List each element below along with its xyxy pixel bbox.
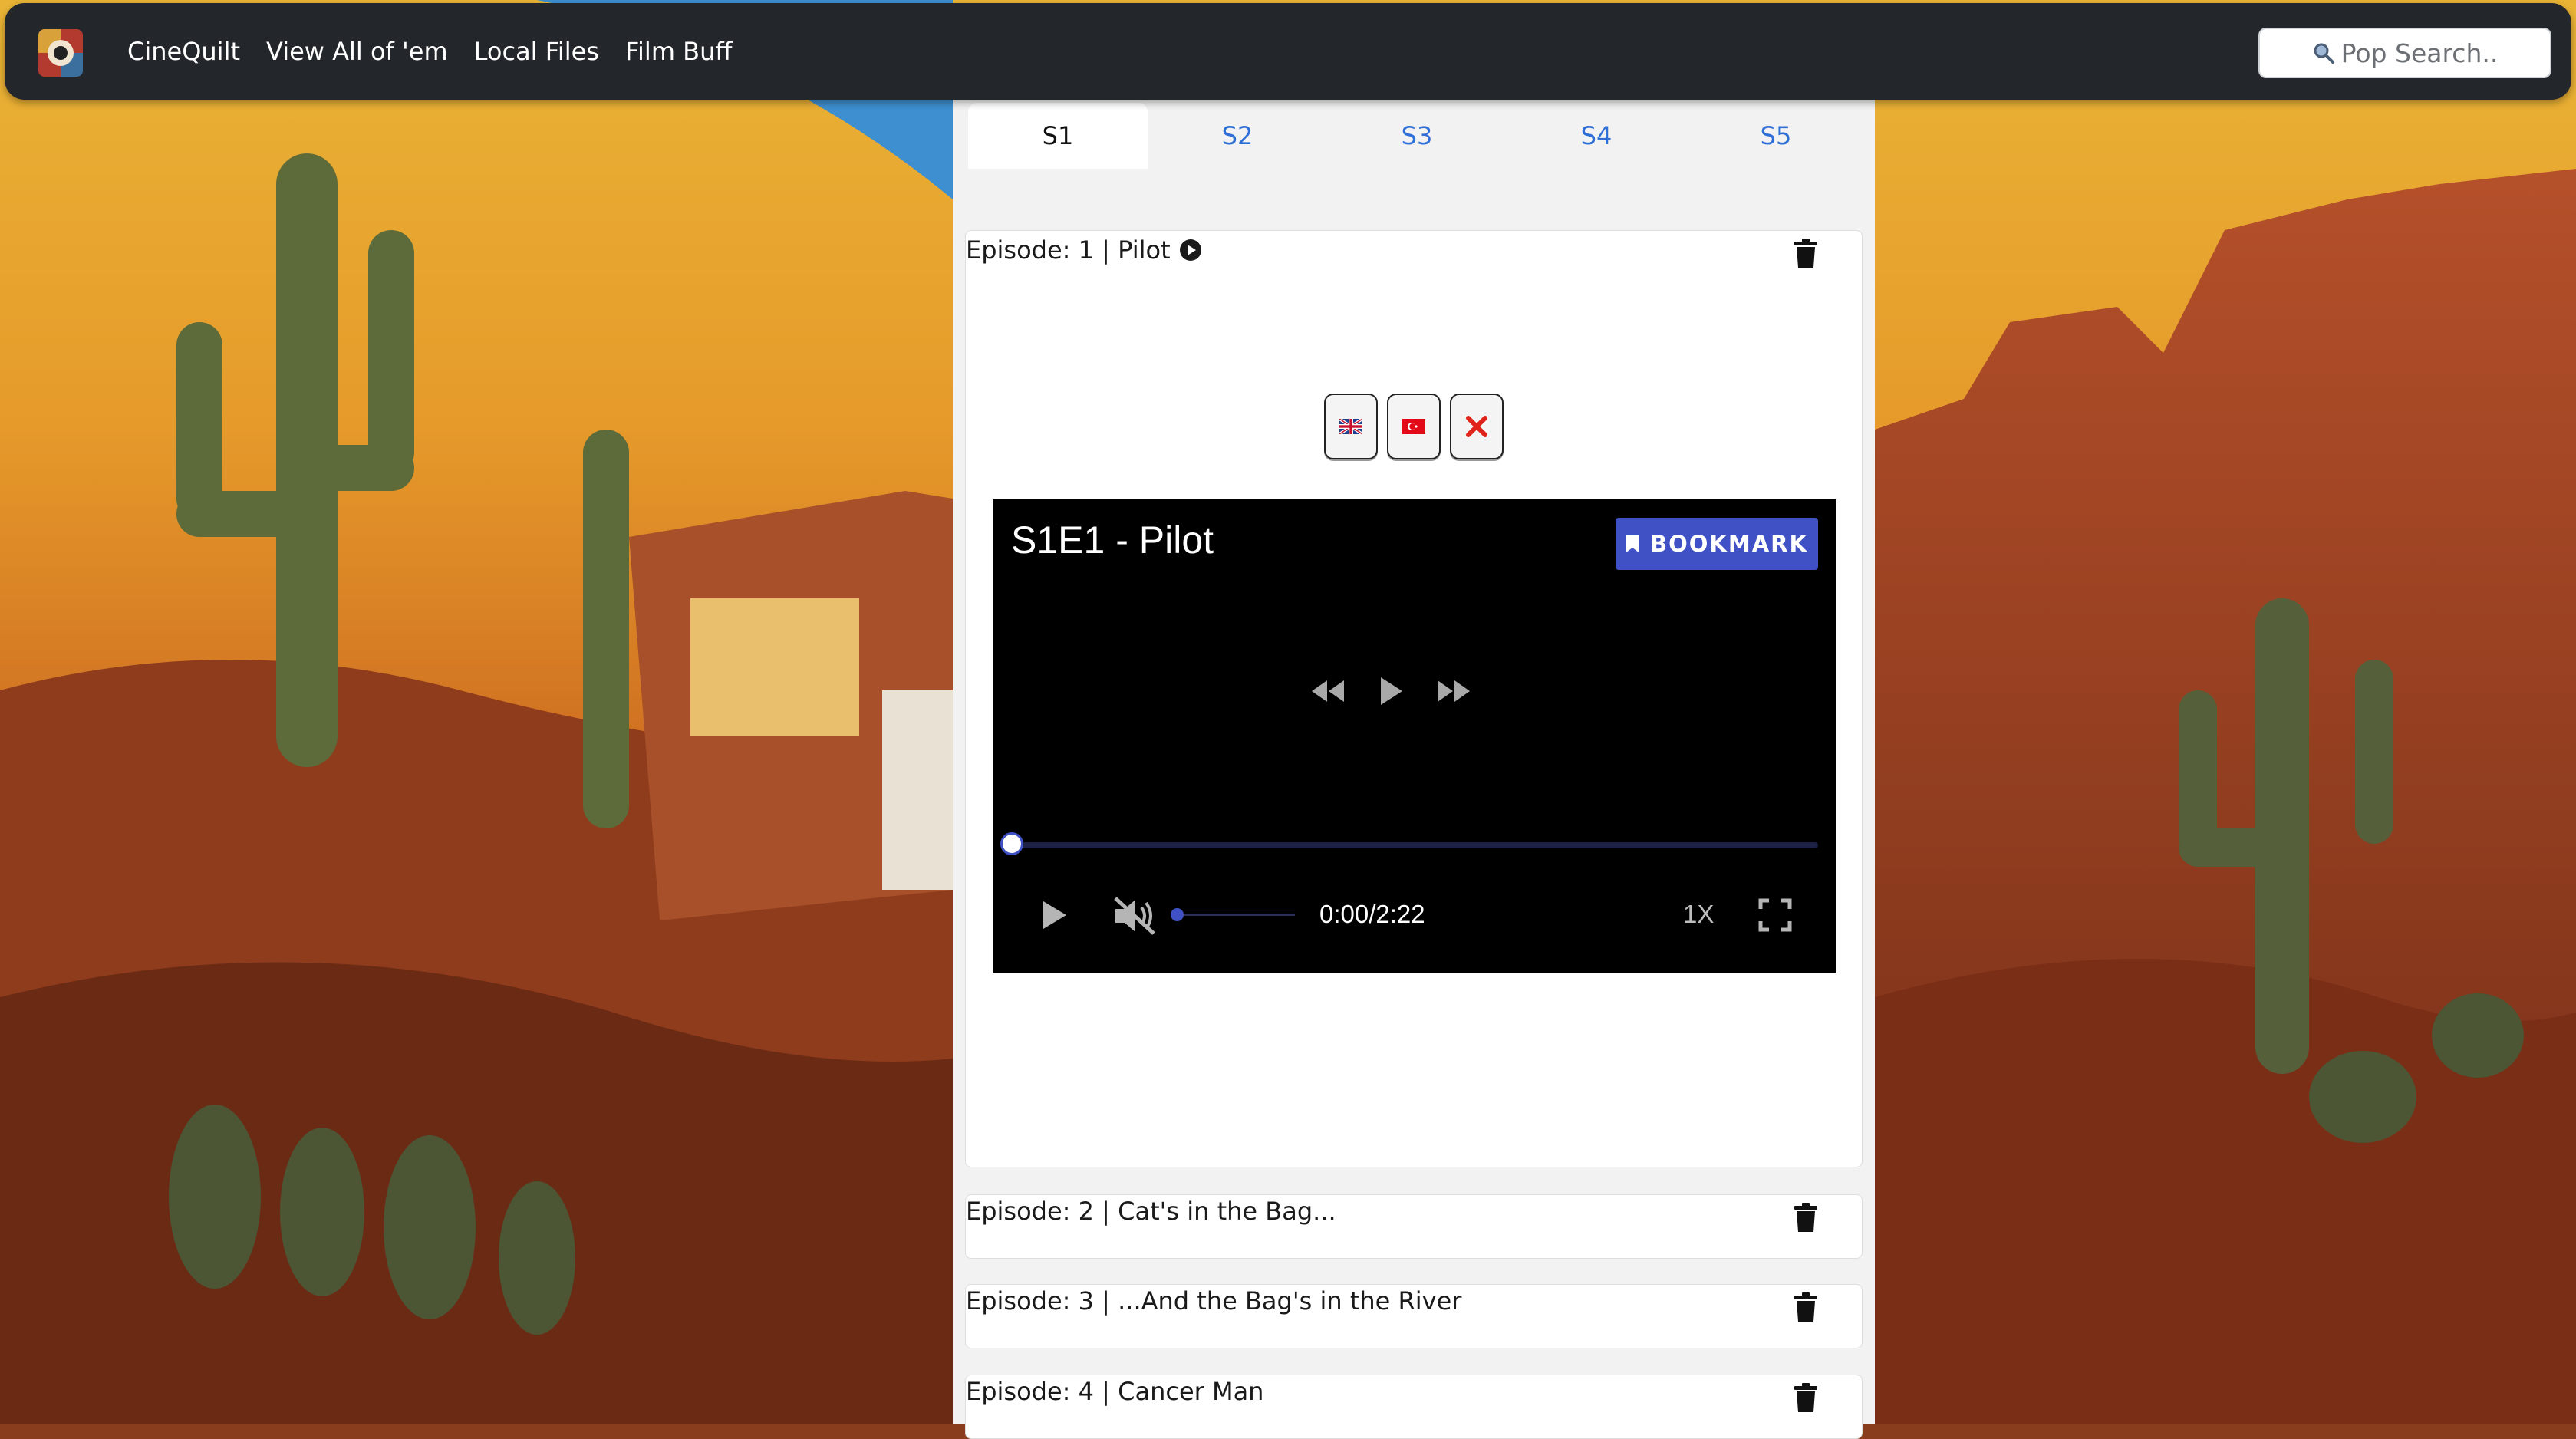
episode-title: Episode: 3 | ...And the Bag's in the Riv… [966,1286,1462,1316]
close-icon [1466,416,1487,437]
volume-slider[interactable] [1171,908,1295,921]
top-navbar: CineQuilt View All of 'em Local Files Fi… [5,3,2571,100]
english-subtitle-button[interactable] [1324,394,1378,459]
trash-icon[interactable] [1793,1203,1819,1232]
nav-link-film-buff[interactable]: Film Buff [625,37,732,66]
bookmark-button[interactable]: BOOKMARK [1616,518,1818,570]
cinequilt-logo[interactable] [38,29,83,77]
trash-icon[interactable] [1793,1383,1819,1412]
bookmark-label: BOOKMARK [1650,531,1808,557]
search-placeholder: Pop Search.. [2340,38,2499,68]
center-controls [1309,674,1473,708]
bookmark-icon [1626,535,1639,553]
tab-s2[interactable]: S2 [1148,103,1327,169]
trash-icon[interactable] [1793,1292,1819,1322]
episode-item: Episode: 1 | Pilot S1E1 - Pilot BOOKMARK… [965,230,1863,1167]
nav-links: CineQuilt View All of 'em Local Files Fi… [127,3,758,100]
playback-speed[interactable]: 1X [1683,900,1714,929]
uk-flag-icon [1339,419,1362,434]
tab-s3[interactable]: S3 [1327,103,1507,169]
tab-s5[interactable]: S5 [1686,103,1866,169]
search-input[interactable]: Pop Search.. [2258,28,2551,78]
episode-title: Episode: 4 | Cancer Man [966,1377,1264,1406]
play-circle-icon[interactable] [1178,238,1203,262]
nav-link-view-all[interactable]: View All of 'em [266,37,448,66]
episode-title: Episode: 2 | Cat's in the Bag... [966,1197,1336,1226]
bottom-controls: 0:00/2:22 1X [993,891,1836,940]
episode-item: Episode: 3 | ...And the Bag's in the Riv… [965,1284,1863,1348]
episode-title-row[interactable]: Episode: 1 | Pilot [966,235,1203,265]
turkish-subtitle-button[interactable] [1387,394,1441,459]
nav-link-cinequilt[interactable]: CineQuilt [127,37,240,66]
season-tabs: S1 S2 S3 S4 S5 [968,103,1866,169]
nav-link-local-files[interactable]: Local Files [474,37,599,66]
video-player[interactable]: S1E1 - Pilot BOOKMARK 0:00/2:22 1X [993,499,1836,973]
center-play-icon[interactable] [1376,674,1405,708]
tab-s1[interactable]: S1 [968,103,1148,169]
volume-handle[interactable] [1171,908,1184,921]
time-display: 0:00/2:22 [1319,900,1425,928]
episode-title-row[interactable]: Episode: 3 | ...And the Bag's in the Riv… [966,1286,1461,1316]
tab-s4[interactable]: S4 [1507,103,1686,169]
episode-title: Episode: 1 | Pilot [966,235,1171,265]
progress-handle[interactable] [1000,832,1023,855]
episode-title-row[interactable]: Episode: 4 | Cancer Man [966,1377,1263,1406]
episode-column: S1 S2 S3 S4 S5 Episode: 1 | Pilot S1E1 -… [953,100,1875,1439]
video-title: S1E1 - Pilot [1011,519,1214,561]
mute-icon[interactable] [1112,895,1158,940]
episode-title-row[interactable]: Episode: 2 | Cat's in the Bag... [966,1197,1336,1226]
progress-bar[interactable] [1000,832,1818,855]
trash-icon[interactable] [1793,239,1819,268]
turkey-flag-icon [1402,419,1425,434]
play-icon[interactable] [1039,898,1069,936]
fast-forward-icon[interactable] [1435,677,1473,705]
close-subtitle-button[interactable] [1450,394,1504,459]
subtitle-buttons [1324,394,1504,459]
rewind-icon[interactable] [1309,677,1347,705]
fullscreen-icon[interactable] [1758,898,1792,936]
episode-item: Episode: 2 | Cat's in the Bag... [965,1194,1863,1259]
search-icon [2312,41,2335,64]
episode-item: Episode: 4 | Cancer Man [965,1375,1863,1439]
